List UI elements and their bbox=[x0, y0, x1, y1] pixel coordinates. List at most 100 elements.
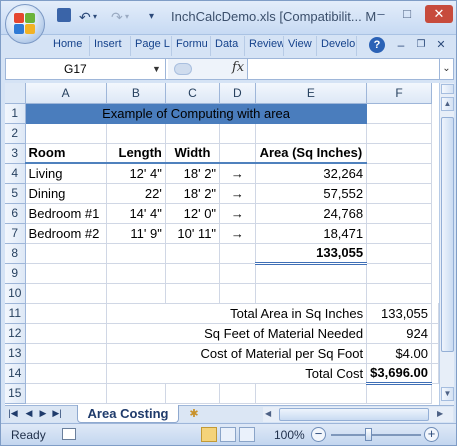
cell[interactable] bbox=[431, 323, 439, 344]
tab-formulas[interactable]: Formu bbox=[172, 36, 211, 56]
cell[interactable] bbox=[366, 243, 432, 264]
cell[interactable] bbox=[366, 143, 432, 164]
undo-icon[interactable]: ↶ bbox=[79, 9, 91, 25]
row-header[interactable]: 14 bbox=[5, 363, 26, 384]
width-cell[interactable]: 12' 0" bbox=[165, 203, 221, 224]
tab-view[interactable]: View bbox=[284, 36, 317, 56]
insert-sheet-icon[interactable]: ✱ bbox=[183, 407, 205, 421]
total-cost-value[interactable]: $3,696.00 bbox=[366, 362, 432, 385]
normal-view-icon[interactable] bbox=[201, 427, 217, 442]
arrow-cell[interactable]: → bbox=[219, 203, 256, 224]
tab-insert[interactable]: Insert bbox=[90, 36, 131, 56]
vertical-scrollbar[interactable]: ▲ ▼ bbox=[439, 83, 454, 405]
column-header-e[interactable]: E bbox=[255, 83, 368, 104]
header-room[interactable]: Room bbox=[25, 143, 107, 164]
last-sheet-icon[interactable]: ▶| bbox=[51, 408, 63, 419]
cell[interactable] bbox=[165, 283, 221, 304]
redo-icon[interactable]: ↷ bbox=[111, 9, 123, 25]
cell[interactable] bbox=[25, 243, 107, 264]
minimize-button[interactable]: – bbox=[369, 5, 393, 23]
sheet-tab-area-costing[interactable]: Area Costing bbox=[77, 405, 179, 423]
maximize-button[interactable]: □ bbox=[395, 5, 419, 23]
length-cell[interactable]: 22' bbox=[106, 183, 166, 204]
cell[interactable] bbox=[366, 123, 432, 144]
zoom-out-icon[interactable]: − bbox=[311, 427, 326, 442]
cell[interactable] bbox=[106, 123, 166, 144]
page-break-preview-icon[interactable] bbox=[239, 427, 255, 442]
close-button[interactable]: ✕ bbox=[425, 5, 453, 23]
cell[interactable] bbox=[219, 283, 256, 304]
cell[interactable] bbox=[25, 123, 107, 144]
name-box-dropdown-icon[interactable]: ▼ bbox=[152, 59, 161, 79]
room-cell[interactable]: Bedroom #2 bbox=[25, 223, 107, 244]
cell[interactable] bbox=[366, 163, 432, 184]
row-header[interactable]: 11 bbox=[5, 303, 26, 324]
row-header[interactable]: 12 bbox=[5, 323, 26, 344]
cell[interactable] bbox=[106, 263, 166, 284]
row-header[interactable]: 4 bbox=[5, 163, 26, 184]
zoom-slider-thumb[interactable] bbox=[365, 428, 372, 441]
cell[interactable] bbox=[165, 263, 221, 284]
area-sum-cell[interactable]: 133,055 bbox=[255, 242, 368, 265]
horizontal-scroll-thumb[interactable] bbox=[279, 408, 429, 421]
room-cell[interactable]: Living bbox=[25, 163, 107, 184]
row-header[interactable]: 6 bbox=[5, 203, 26, 224]
row-header[interactable]: 2 bbox=[5, 123, 26, 144]
width-cell[interactable]: 18' 2" bbox=[165, 183, 221, 204]
area-cell[interactable]: 18,471 bbox=[255, 223, 368, 244]
row-header[interactable]: 7 bbox=[5, 223, 26, 244]
tab-developer[interactable]: Develo bbox=[317, 36, 357, 56]
cell[interactable] bbox=[106, 283, 166, 304]
customize-toolbar-icon[interactable]: ▾ bbox=[149, 9, 154, 25]
summary-label[interactable]: Cost of Material per Sq Foot bbox=[106, 343, 368, 364]
expand-formula-bar-icon[interactable]: ⌄ bbox=[439, 59, 453, 79]
macro-recording-icon[interactable] bbox=[62, 428, 76, 440]
workbook-minimize-button[interactable]: – bbox=[393, 36, 409, 54]
summary-label[interactable]: Total Cost bbox=[106, 363, 368, 384]
column-header-d[interactable]: D bbox=[219, 83, 256, 104]
summary-label[interactable]: Total Area in Sq Inches bbox=[106, 303, 368, 324]
header-area[interactable]: Area (Sq Inches) bbox=[255, 143, 368, 164]
cell[interactable] bbox=[255, 263, 368, 284]
room-cell[interactable]: Bedroom #1 bbox=[25, 203, 107, 224]
area-cell[interactable]: 24,768 bbox=[255, 203, 368, 224]
row-header[interactable]: 1 bbox=[5, 103, 26, 124]
cell[interactable] bbox=[219, 123, 256, 144]
cell[interactable] bbox=[255, 283, 368, 304]
row-header[interactable]: 10 bbox=[5, 283, 26, 304]
cell[interactable] bbox=[366, 203, 432, 224]
cell[interactable] bbox=[431, 303, 439, 324]
save-icon[interactable] bbox=[57, 8, 71, 22]
cell[interactable] bbox=[219, 383, 256, 404]
column-header-c[interactable]: C bbox=[165, 83, 221, 104]
redo-dropdown-icon[interactable]: ▾ bbox=[125, 9, 129, 25]
select-all-corner[interactable] bbox=[5, 83, 26, 104]
room-cell[interactable]: Dining bbox=[25, 183, 107, 204]
scroll-right-icon[interactable]: ▶ bbox=[437, 409, 443, 418]
cell[interactable] bbox=[366, 103, 432, 124]
length-cell[interactable]: 14' 4" bbox=[106, 203, 166, 224]
formula-splitter-icon[interactable] bbox=[174, 63, 192, 75]
cell[interactable] bbox=[366, 383, 432, 404]
cell[interactable] bbox=[431, 363, 439, 384]
row-header[interactable]: 5 bbox=[5, 183, 26, 204]
cell[interactable] bbox=[25, 343, 107, 364]
arrow-cell[interactable]: → bbox=[219, 163, 256, 184]
length-cell[interactable]: 12' 4" bbox=[106, 163, 166, 184]
length-cell[interactable]: 11' 9" bbox=[106, 223, 166, 244]
first-sheet-icon[interactable]: |◀ bbox=[7, 408, 19, 419]
help-icon[interactable]: ? bbox=[369, 37, 385, 53]
banner-title[interactable]: Example of Computing with area bbox=[25, 103, 367, 124]
workbook-close-button[interactable]: ✕ bbox=[433, 36, 449, 54]
vertical-scroll-thumb[interactable] bbox=[441, 117, 454, 352]
width-cell[interactable]: 10' 11" bbox=[165, 223, 221, 244]
cell[interactable] bbox=[106, 383, 166, 404]
cell[interactable] bbox=[25, 283, 107, 304]
cell[interactable] bbox=[366, 223, 432, 244]
scroll-up-icon[interactable]: ▲ bbox=[441, 97, 454, 111]
width-cell[interactable]: 18' 2" bbox=[165, 163, 221, 184]
cell[interactable] bbox=[25, 303, 107, 324]
tab-data[interactable]: Data bbox=[211, 36, 245, 56]
cell[interactable] bbox=[106, 243, 166, 264]
zoom-slider[interactable] bbox=[331, 434, 421, 436]
